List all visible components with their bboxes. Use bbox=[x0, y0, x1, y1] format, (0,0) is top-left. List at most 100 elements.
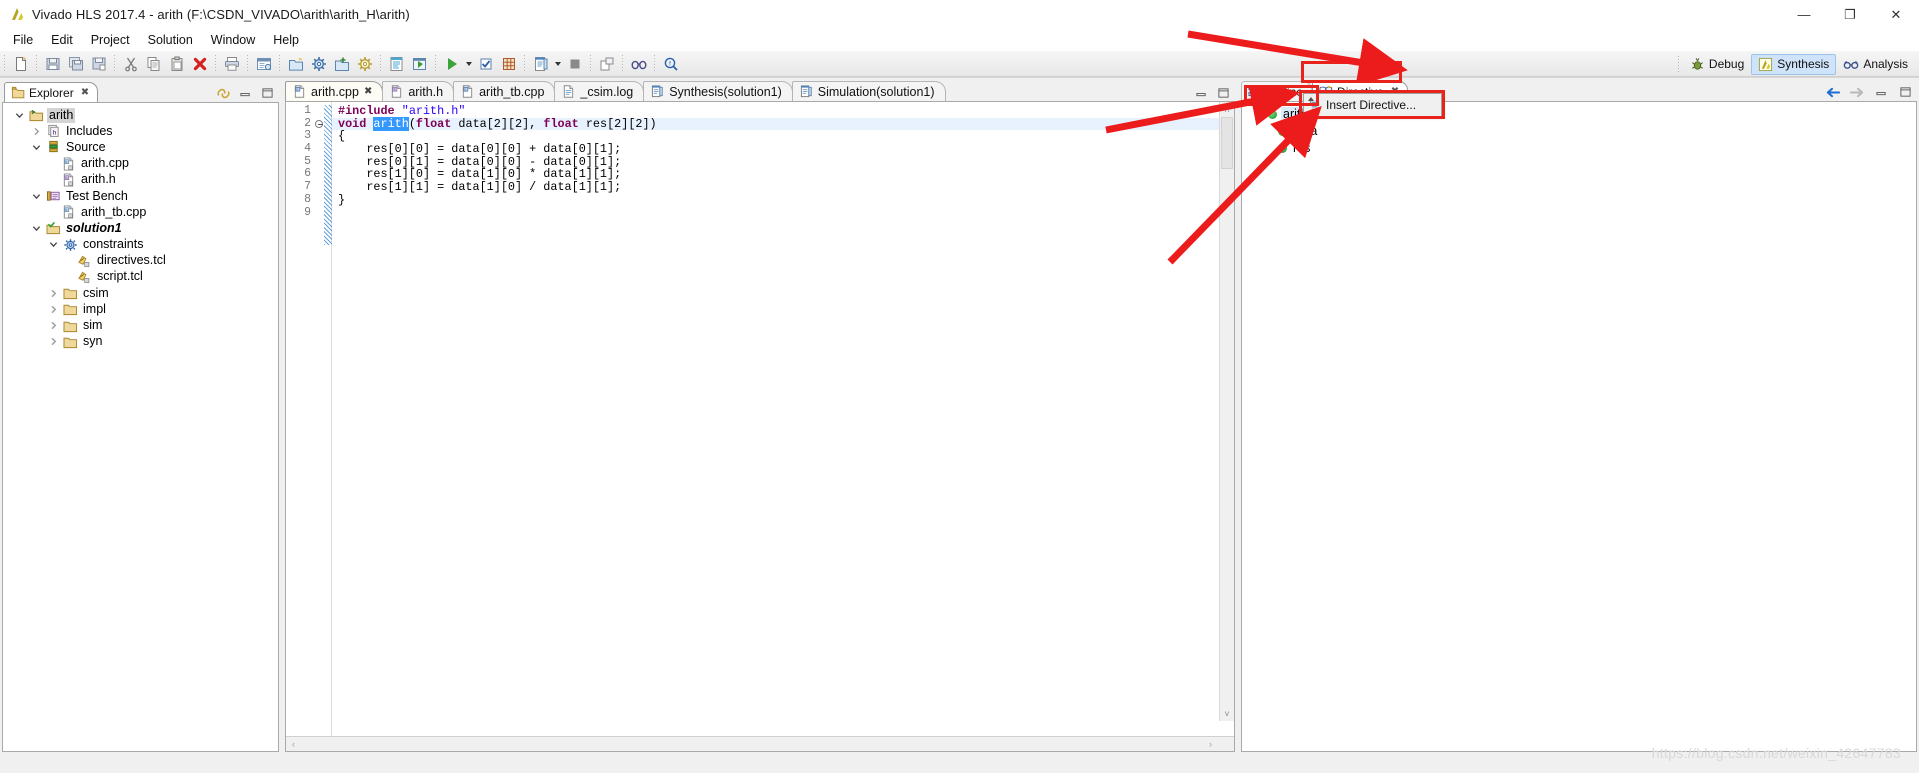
toolbar-grip-9[interactable] bbox=[522, 55, 527, 72]
chevron-down-icon[interactable] bbox=[1250, 110, 1264, 119]
toolbar-grip-7[interactable] bbox=[378, 55, 383, 72]
new-solution-icon[interactable] bbox=[285, 53, 306, 74]
tab-explorer-close[interactable]: ✖ bbox=[81, 87, 89, 98]
maximize-panel-icon[interactable] bbox=[1897, 85, 1913, 99]
tree-item-arith-h[interactable]: h arith.h bbox=[3, 172, 278, 188]
copy-icon[interactable] bbox=[143, 53, 164, 74]
chevron-down-icon[interactable] bbox=[30, 222, 43, 235]
save-all-icon[interactable] bbox=[65, 53, 86, 74]
scroll-up-arrow[interactable]: ˄ bbox=[1220, 102, 1234, 117]
scroll-down-arrow[interactable]: ˅ bbox=[1220, 706, 1234, 721]
editor-tab-synthesis-solution1[interactable]: Synthesis(solution1) bbox=[643, 81, 793, 101]
open-analysis-icon[interactable] bbox=[596, 53, 617, 74]
toolbar-grip-5[interactable] bbox=[245, 55, 250, 72]
menu-help[interactable]: Help bbox=[264, 30, 308, 50]
editor-tab-arith-h[interactable]: h arith.h bbox=[382, 81, 455, 101]
editor-tab-arith-tb-cpp[interactable]: c arith_tb.cpp bbox=[453, 81, 556, 101]
close-button[interactable]: ✕ bbox=[1873, 0, 1919, 29]
compare-reports-icon[interactable] bbox=[409, 53, 430, 74]
c-synthesis-icon[interactable] bbox=[475, 53, 496, 74]
tree-item-arith[interactable]: arith bbox=[3, 107, 278, 123]
save-as-icon[interactable] bbox=[88, 53, 109, 74]
menu-scroll-up-icon[interactable] bbox=[1305, 95, 1317, 102]
tree-item-directives-tcl[interactable]: directives.tcl bbox=[3, 253, 278, 269]
toolbar-grip[interactable] bbox=[2, 55, 7, 72]
chevron-down-icon[interactable] bbox=[13, 109, 26, 122]
tree-item-csim[interactable]: csim bbox=[3, 285, 278, 301]
chevron-right-icon[interactable] bbox=[47, 335, 60, 348]
editor-tab-close[interactable]: ✖ bbox=[364, 86, 372, 97]
explorer-tree[interactable]: arith h Includes Source c arith.cpp h ar… bbox=[2, 102, 279, 752]
minimize-button[interactable]: — bbox=[1781, 0, 1827, 29]
tree-item-includes[interactable]: h Includes bbox=[3, 123, 278, 139]
perspective-grip[interactable] bbox=[1675, 55, 1681, 73]
chevron-down-icon[interactable] bbox=[30, 141, 43, 154]
search-icon[interactable]: f bbox=[660, 53, 681, 74]
tree-item-test-bench[interactable]: Test Bench bbox=[3, 188, 278, 204]
save-icon[interactable] bbox=[42, 53, 63, 74]
new-file-icon[interactable] bbox=[10, 53, 31, 74]
tree-item-script-tcl[interactable]: script.tcl bbox=[3, 269, 278, 285]
menu-window[interactable]: Window bbox=[202, 30, 264, 50]
run-cosim-icon[interactable] bbox=[498, 53, 519, 74]
binoculars-icon[interactable] bbox=[628, 53, 649, 74]
cut-icon[interactable] bbox=[120, 53, 141, 74]
minimize-panel-icon[interactable] bbox=[1193, 86, 1209, 100]
run-c-simulation-icon[interactable] bbox=[441, 53, 462, 74]
tab-outline[interactable]: Outline bbox=[1241, 81, 1313, 101]
directive-item-data[interactable]: data bbox=[1242, 123, 1916, 140]
stop-icon[interactable] bbox=[564, 53, 585, 74]
insert-directive-menu-item[interactable]: Insert Directive... bbox=[1326, 98, 1416, 112]
toolbar-grip-10[interactable] bbox=[588, 55, 593, 72]
fold-toggle-line2[interactable] bbox=[314, 118, 324, 131]
editor-horizontal-scrollbar[interactable]: ‹ › bbox=[286, 736, 1234, 751]
chevron-right-icon[interactable] bbox=[47, 287, 60, 300]
tree-item-solution1[interactable]: solution1 bbox=[3, 220, 278, 236]
export-dropdown-arrow[interactable] bbox=[552, 53, 563, 74]
menu-file[interactable]: File bbox=[4, 30, 42, 50]
code-area[interactable]: 1 2 3 4 5 6 7 8 9 #include "arith.h" voi… bbox=[286, 102, 1234, 736]
tree-item-constraints[interactable]: constraints bbox=[3, 237, 278, 253]
forward-arrow-icon[interactable] bbox=[1849, 85, 1865, 99]
scroll-right-arrow[interactable]: › bbox=[1203, 739, 1218, 749]
maximize-button[interactable]: ❐ bbox=[1827, 0, 1873, 29]
toolbar-grip-2[interactable] bbox=[34, 55, 39, 72]
source-code[interactable]: #include "arith.h" void arith(float data[… bbox=[332, 102, 1234, 736]
paste-icon[interactable] bbox=[166, 53, 187, 74]
project-settings-icon[interactable] bbox=[308, 53, 329, 74]
chevron-right-icon[interactable] bbox=[47, 303, 60, 316]
tree-item-impl[interactable]: impl bbox=[3, 301, 278, 317]
editor-vertical-scrollbar[interactable]: ˄ ˅ bbox=[1219, 102, 1234, 721]
context-menu[interactable]: Insert Directive... bbox=[1303, 93, 1442, 117]
maximize-panel-icon[interactable] bbox=[1215, 86, 1231, 100]
open-report-icon[interactable] bbox=[386, 53, 407, 74]
toolbar-grip-11[interactable] bbox=[620, 55, 625, 72]
link-with-editor-icon[interactable] bbox=[215, 86, 231, 100]
toolbar-grip-6[interactable] bbox=[277, 55, 282, 72]
run-settings-icon[interactable] bbox=[354, 53, 375, 74]
directive-item-res[interactable]: res bbox=[1242, 140, 1916, 157]
collapse-icon[interactable] bbox=[315, 120, 323, 129]
tree-item-syn[interactable]: syn bbox=[3, 334, 278, 350]
editor-tab-simulation-solution1[interactable]: Simulation(solution1) bbox=[791, 81, 946, 101]
chevron-down-icon[interactable] bbox=[30, 190, 43, 203]
scroll-thumb[interactable] bbox=[1221, 117, 1233, 169]
toolbar-grip-12[interactable] bbox=[652, 55, 657, 72]
toolbar-grip-3[interactable] bbox=[112, 55, 117, 72]
perspective-analysis[interactable]: Analysis bbox=[1836, 54, 1915, 75]
tree-item-arith-cpp[interactable]: c arith.cpp bbox=[3, 156, 278, 172]
scroll-left-arrow[interactable]: ‹ bbox=[286, 739, 301, 749]
directive-tree-body[interactable]: arith data res bbox=[1241, 101, 1917, 752]
tree-item-source[interactable]: Source bbox=[3, 139, 278, 155]
perspective-debug[interactable]: Debug bbox=[1683, 54, 1751, 75]
export-rtl-icon[interactable] bbox=[530, 53, 551, 74]
tab-explorer[interactable]: Explorer ✖ bbox=[4, 82, 99, 102]
print-icon[interactable] bbox=[221, 53, 242, 74]
delete-icon[interactable] bbox=[189, 53, 210, 74]
menu-edit[interactable]: Edit bbox=[42, 30, 82, 50]
perspective-synthesis[interactable]: Synthesis bbox=[1751, 53, 1837, 75]
toolbar-grip-4[interactable] bbox=[213, 55, 218, 72]
menu-solution[interactable]: Solution bbox=[139, 30, 202, 50]
back-arrow-icon[interactable] bbox=[1825, 85, 1841, 99]
maximize-panel-icon[interactable] bbox=[259, 86, 275, 100]
